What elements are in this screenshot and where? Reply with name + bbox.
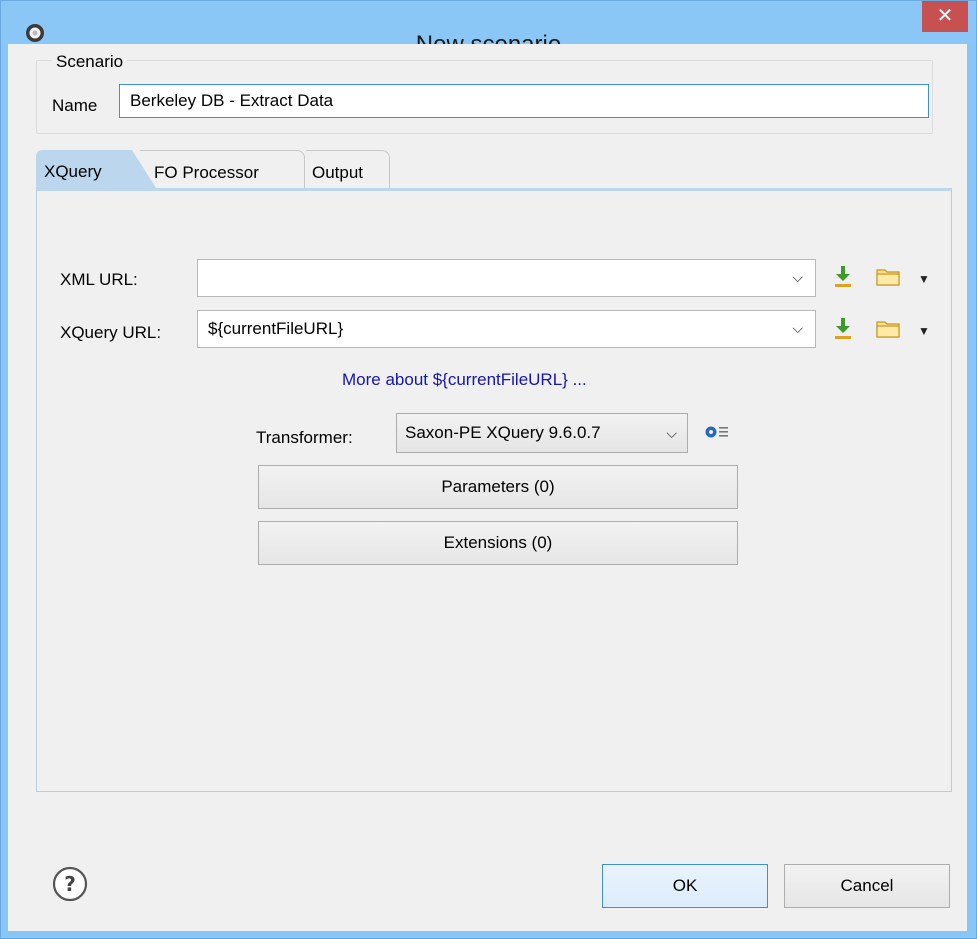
title-bar: New scenario ✕: [1, 1, 976, 58]
dropdown-arrow-icon[interactable]: ▼: [918, 324, 930, 338]
download-icon[interactable]: [834, 318, 852, 340]
tab-output[interactable]: Output: [306, 150, 390, 188]
folder-icon[interactable]: [876, 268, 900, 286]
svg-text:?: ?: [64, 872, 76, 896]
help-icon[interactable]: ?: [52, 866, 88, 902]
gear-icon[interactable]: [704, 424, 730, 440]
xquery-url-combo[interactable]: ${currentFileURL} ⌵: [197, 310, 816, 348]
transformer-value: Saxon-PE XQuery 9.6.0.7: [405, 423, 601, 442]
transformer-select[interactable]: Saxon-PE XQuery 9.6.0.7 ⌵: [396, 413, 688, 453]
tab-fo-processor[interactable]: FO Processor: [140, 150, 305, 188]
parameters-button[interactable]: Parameters (0): [258, 465, 738, 509]
scenario-group-label: Scenario: [52, 52, 128, 72]
close-button[interactable]: ✕: [922, 1, 968, 32]
dropdown-arrow-icon[interactable]: ▼: [918, 272, 930, 286]
xquery-url-value: ${currentFileURL}: [208, 319, 344, 338]
ok-button[interactable]: OK: [602, 864, 768, 908]
name-label: Name: [52, 96, 98, 115]
more-about-link[interactable]: More about ${currentFileURL} ...: [342, 370, 587, 390]
folder-icon[interactable]: [876, 320, 900, 338]
cancel-button[interactable]: Cancel: [784, 864, 950, 908]
download-icon[interactable]: [834, 266, 852, 288]
chevron-down-icon[interactable]: ⌵: [666, 425, 677, 442]
name-input[interactable]: [119, 84, 929, 118]
xml-url-combo[interactable]: ⌵: [197, 259, 816, 297]
xquery-url-label: XQuery URL:: [60, 323, 162, 342]
xml-url-label: XML URL:: [60, 270, 138, 289]
chevron-down-icon[interactable]: ⌵: [792, 320, 803, 337]
transformer-label: Transformer:: [256, 428, 353, 447]
chevron-down-icon[interactable]: ⌵: [792, 269, 803, 286]
extensions-button[interactable]: Extensions (0): [258, 521, 738, 565]
